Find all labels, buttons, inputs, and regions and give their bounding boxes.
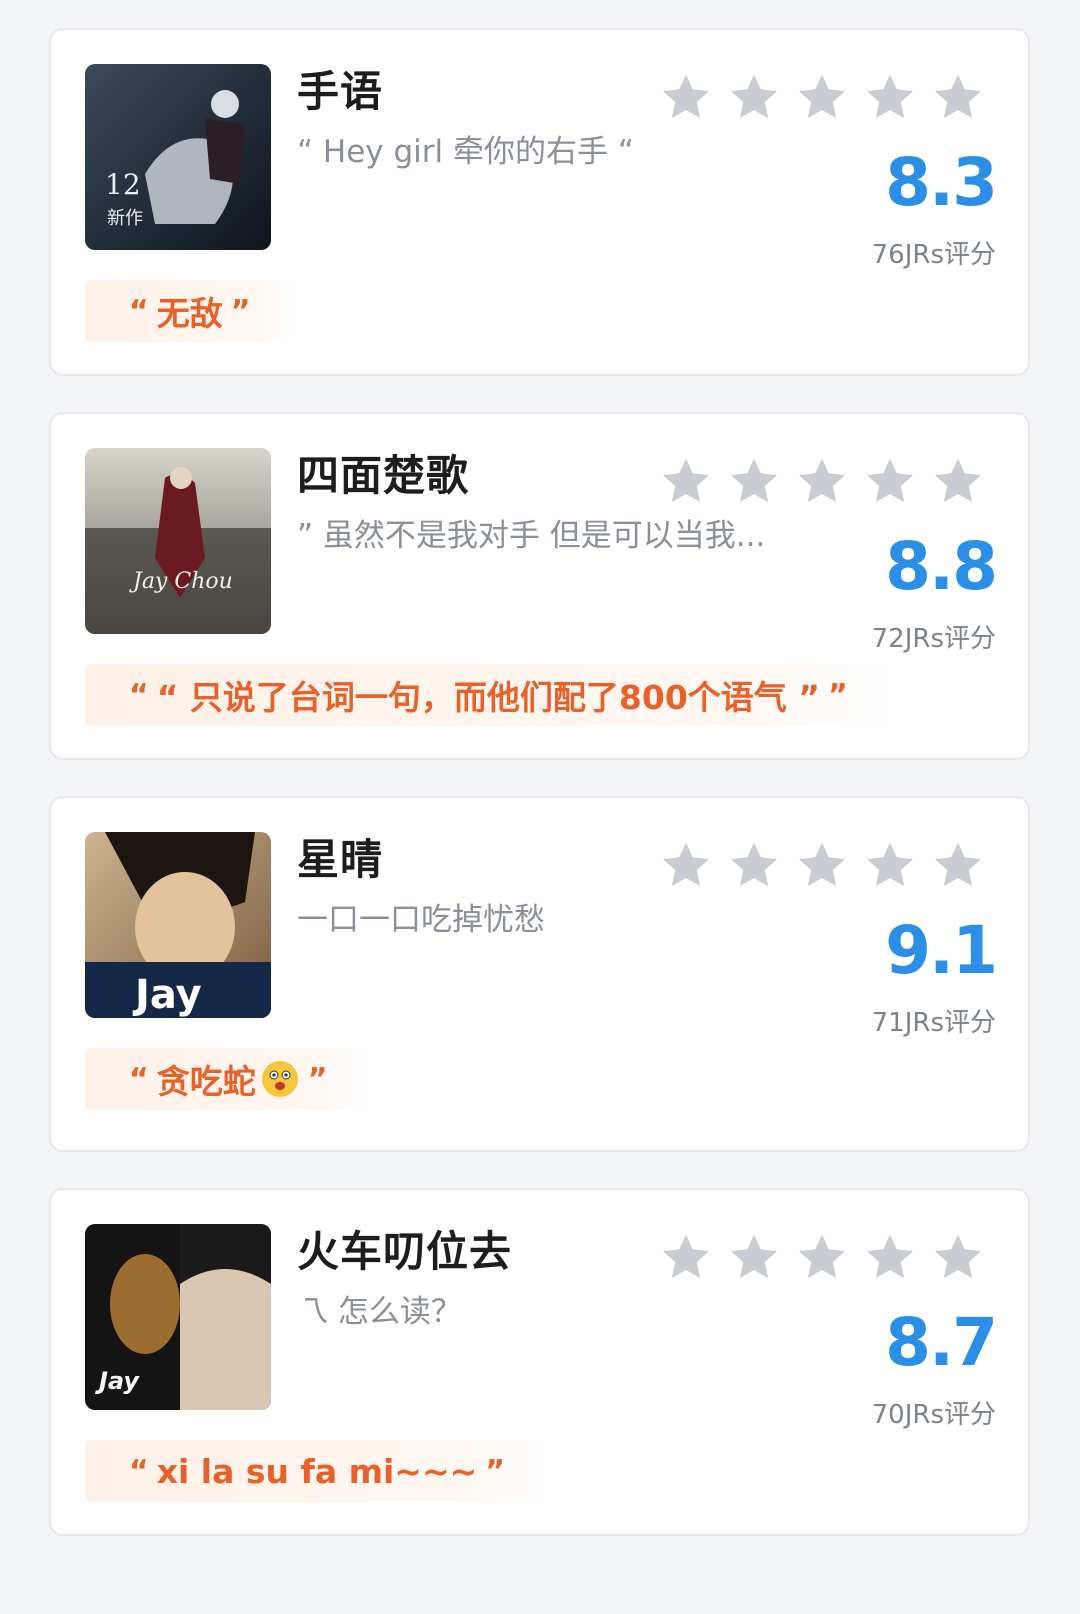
star-icon[interactable]: [727, 838, 781, 892]
star-icon[interactable]: [931, 1230, 985, 1284]
quote-open: “: [129, 677, 149, 713]
top-comment-text: 贪吃蛇: [156, 1062, 256, 1101]
quote-close: ”: [485, 1453, 505, 1489]
song-lyric: 乁 怎么读？: [297, 1294, 462, 1330]
rating-score: 8.7: [885, 1304, 998, 1381]
top-comment-text: xi la su fa mi~~~: [156, 1451, 478, 1491]
album-cover[interactable]: Jay: [85, 1224, 271, 1410]
song-card[interactable]: Jay 星晴 一口一口吃掉忧愁 9.1 71JRs评分 “ 贪吃蛇 ”: [49, 796, 1030, 1152]
top-comment-text: “ 只说了台词一句，而他们配了800个语气 ”: [156, 678, 820, 717]
album-cover[interactable]: Jay Chou: [85, 448, 271, 634]
svg-text:Jay: Jay: [132, 972, 202, 1018]
rating-score: 8.8: [885, 528, 998, 605]
star-rating[interactable]: [659, 838, 985, 892]
song-lyric: ” 虽然不是我对手 但是可以当我...: [297, 518, 766, 554]
album-cover-image: Jay: [85, 1224, 271, 1410]
star-icon[interactable]: [863, 454, 917, 508]
top-comment-tag[interactable]: “ xi la su fa mi~~~ ”: [85, 1440, 549, 1502]
quote-close: ”: [230, 293, 251, 329]
quote-open: “: [129, 1061, 149, 1097]
star-icon[interactable]: [931, 70, 985, 124]
star-icon[interactable]: [795, 454, 849, 508]
rating-score: 8.3: [885, 144, 998, 221]
star-icon[interactable]: [863, 838, 917, 892]
song-card[interactable]: 12 新作 手语 “ Hey girl 牵你的右手 “ 8.3 76JRs评分 …: [49, 28, 1030, 376]
star-rating[interactable]: [659, 1230, 985, 1284]
rating-count: 72JRs评分: [871, 624, 996, 654]
album-cover-image: Jay Chou: [85, 448, 271, 634]
star-rating[interactable]: [659, 70, 985, 124]
album-cover[interactable]: 12 新作: [85, 64, 271, 250]
album-cover[interactable]: Jay: [85, 832, 271, 1018]
star-icon[interactable]: [863, 1230, 917, 1284]
star-icon[interactable]: [727, 1230, 781, 1284]
star-rating[interactable]: [659, 454, 985, 508]
album-cover-image: Jay: [85, 832, 271, 1018]
star-icon[interactable]: [727, 70, 781, 124]
star-icon[interactable]: [931, 454, 985, 508]
svg-text:Jay Chou: Jay Chou: [129, 569, 233, 594]
svg-text:Jay: Jay: [95, 1367, 140, 1395]
rating-count: 70JRs评分: [871, 1400, 996, 1430]
dizzy-face-emoji-icon: [261, 1061, 298, 1097]
quote-open: “: [129, 293, 149, 329]
quote-close: ”: [307, 1061, 328, 1097]
star-icon[interactable]: [659, 1230, 713, 1284]
song-title: 手语: [297, 67, 384, 116]
song-title: 四面楚歌: [297, 451, 470, 500]
song-card[interactable]: Jay Chou 四面楚歌 ” 虽然不是我对手 但是可以当我... 8.8 72…: [49, 412, 1030, 760]
star-icon[interactable]: [931, 838, 985, 892]
top-comment-tag[interactable]: “ 无敌 ”: [85, 280, 295, 342]
star-icon[interactable]: [659, 454, 713, 508]
star-icon[interactable]: [727, 454, 781, 508]
song-lyric: “ Hey girl 牵你的右手 “: [297, 134, 634, 170]
song-lyric: 一口一口吃掉忧愁: [297, 902, 545, 938]
song-title: 星晴: [297, 835, 384, 884]
album-cover-image: 12 新作: [85, 64, 271, 250]
top-comment-tag[interactable]: “ “ 只说了台词一句，而他们配了800个语气 ” ”: [85, 664, 892, 726]
song-rating-list: 12 新作 手语 “ Hey girl 牵你的右手 “ 8.3 76JRs评分 …: [0, 0, 1080, 1614]
star-icon[interactable]: [795, 1230, 849, 1284]
quote-close: ”: [827, 677, 848, 713]
star-icon[interactable]: [659, 838, 713, 892]
star-icon[interactable]: [795, 70, 849, 124]
svg-text:新作: 新作: [107, 208, 143, 229]
star-icon[interactable]: [863, 70, 917, 124]
star-icon[interactable]: [659, 70, 713, 124]
top-comment-tag[interactable]: “ 贪吃蛇 ”: [85, 1048, 372, 1110]
quote-open: “: [129, 1453, 149, 1489]
top-comment-text: 无敌: [156, 294, 223, 333]
song-card[interactable]: Jay 火车叨位去 乁 怎么读？ 8.7 70JRs评分 “ xi la su …: [49, 1188, 1030, 1536]
svg-text:12: 12: [105, 168, 141, 201]
star-icon[interactable]: [795, 838, 849, 892]
rating-count: 71JRs评分: [871, 1008, 996, 1038]
rating-score: 9.1: [885, 912, 998, 989]
song-title: 火车叨位去: [297, 1227, 513, 1276]
rating-count: 76JRs评分: [871, 240, 996, 270]
